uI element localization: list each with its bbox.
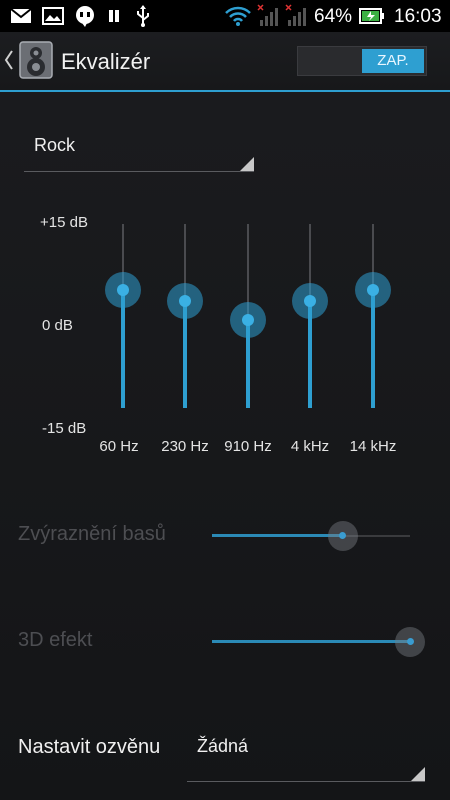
bass-boost-label: Zvýraznění basů [18, 523, 166, 545]
slider-fill [212, 640, 410, 643]
usb-icon [132, 0, 154, 32]
wifi-icon [224, 0, 252, 32]
clock: 16:03 [394, 6, 442, 27]
signal-icon [284, 0, 310, 32]
eq-band-frequency-label: 230 Hz [161, 438, 209, 455]
preset-selected-value: Rock [34, 135, 76, 155]
virtualizer-label: 3D efekt [18, 629, 93, 651]
virtualizer-slider[interactable] [212, 626, 425, 658]
action-bar: Ekvalizér ZAP. [0, 32, 450, 92]
toggle-on-label: ZAP. [362, 49, 424, 73]
dropdown-triangle-icon [411, 767, 425, 781]
bass-boost-slider[interactable] [212, 520, 410, 552]
eq-band-thumb[interactable] [242, 313, 254, 326]
reverb-selected-value: Žádná [197, 736, 249, 756]
gmail-icon [8, 0, 34, 32]
chat-icon [72, 0, 98, 32]
pause-icon [104, 0, 124, 32]
db-max-label: +15 dB [40, 214, 88, 231]
reverb-spinner[interactable]: Žádná [187, 730, 425, 782]
eq-band-frequency-label: 4 kHz [290, 438, 330, 455]
preset-spinner[interactable]: Rock [24, 126, 254, 172]
reverb-label: Nastavit ozvěnu [18, 736, 161, 758]
page-title: Ekvalizér [61, 49, 151, 74]
dropdown-triangle-icon [240, 157, 254, 171]
status-bar: 64% 16:03 [0, 0, 450, 32]
spinner-underline [24, 171, 254, 172]
slider-fill [212, 534, 343, 537]
equalizer-toggle[interactable]: ZAP. [297, 46, 427, 76]
eq-band-thumb[interactable] [179, 294, 191, 307]
battery-charging-icon [358, 0, 386, 32]
back-chevron-icon[interactable] [4, 48, 14, 77]
eq-band-frequency-label: 14 kHz [349, 438, 397, 455]
gallery-icon [40, 0, 66, 32]
signal-icon [256, 0, 282, 32]
db-min-label: -15 dB [42, 420, 87, 437]
slider-thumb[interactable] [406, 638, 414, 645]
eq-band-frequency-label: 60 Hz [99, 438, 139, 455]
db-mid-label: 0 dB [42, 317, 73, 334]
spinner-underline [187, 781, 425, 782]
battery-percent: 64% [314, 6, 353, 27]
eq-band-frequency-label: 910 Hz [224, 438, 272, 455]
app-speaker-icon[interactable] [18, 41, 54, 84]
eq-band-thumb[interactable] [304, 294, 316, 307]
